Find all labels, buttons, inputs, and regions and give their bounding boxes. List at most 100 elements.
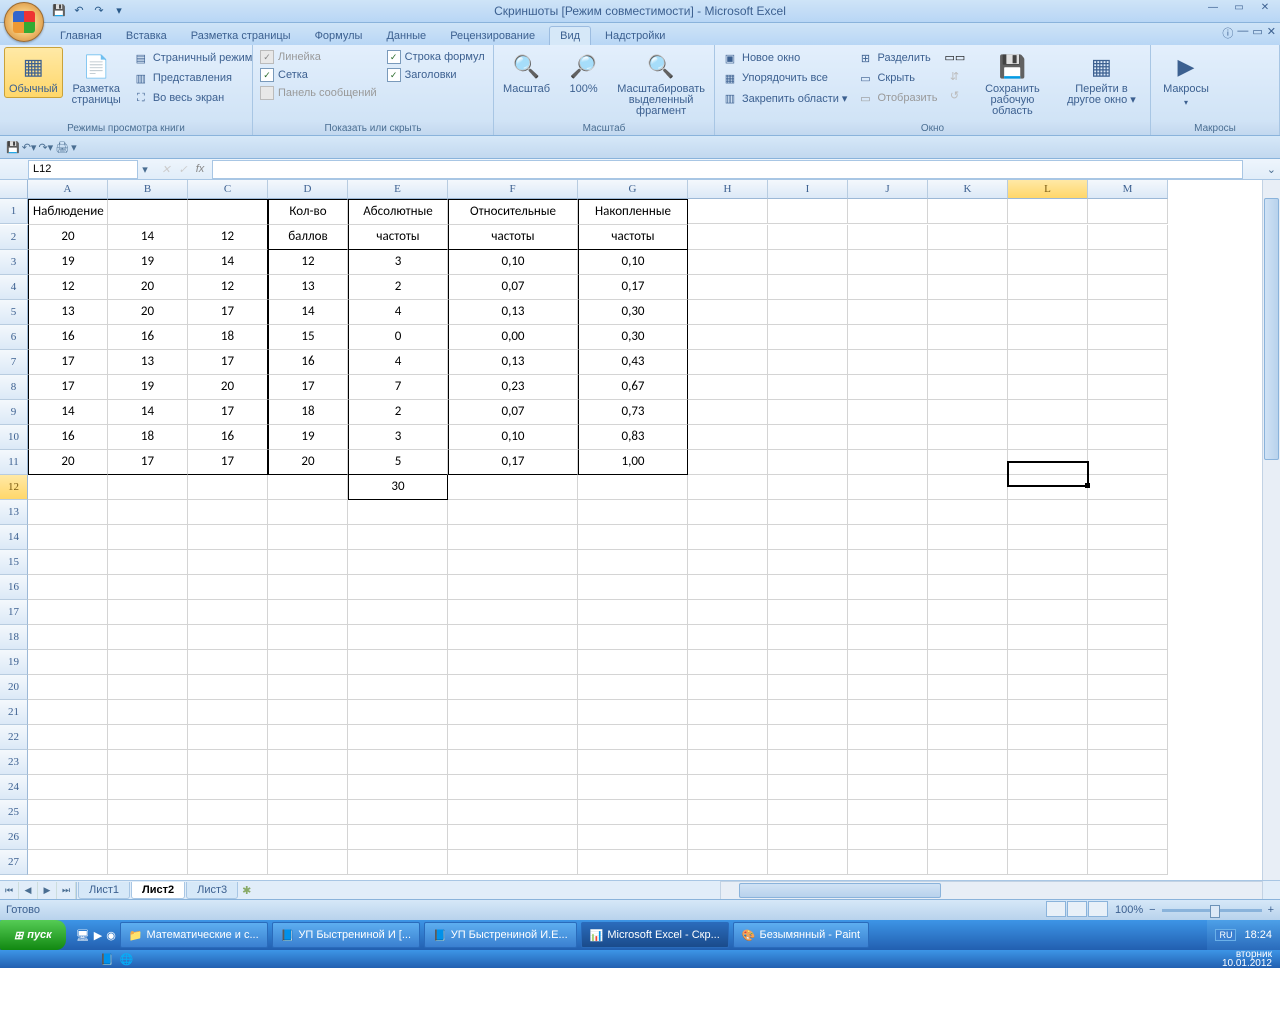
- cell[interactable]: [108, 825, 188, 850]
- arrange-all[interactable]: ▦Упорядочить все: [719, 69, 850, 87]
- cell[interactable]: [928, 625, 1008, 650]
- cell[interactable]: Абсолютные: [348, 199, 448, 225]
- cell[interactable]: [1008, 375, 1088, 400]
- cell[interactable]: [1008, 575, 1088, 600]
- tab-formulas[interactable]: Формулы: [305, 27, 373, 45]
- cell[interactable]: [348, 700, 448, 725]
- hide[interactable]: ▭Скрыть: [854, 69, 940, 87]
- cell[interactable]: [928, 775, 1008, 800]
- cell[interactable]: 0,07: [448, 275, 578, 300]
- cell[interactable]: [108, 500, 188, 525]
- cell[interactable]: [928, 650, 1008, 675]
- cell[interactable]: [578, 550, 688, 575]
- cell[interactable]: [928, 700, 1008, 725]
- sheet-tab-2[interactable]: Лист2: [131, 882, 185, 899]
- cell[interactable]: [848, 825, 928, 850]
- cell[interactable]: частоты: [448, 225, 578, 250]
- cell[interactable]: 0,10: [448, 250, 578, 275]
- cell[interactable]: 30: [348, 475, 448, 500]
- cell[interactable]: [848, 725, 928, 750]
- new-sheet-icon[interactable]: ✱: [242, 884, 251, 897]
- cell[interactable]: [688, 225, 768, 250]
- cell[interactable]: 17: [188, 450, 268, 475]
- cell[interactable]: [688, 825, 768, 850]
- row-header[interactable]: 16: [0, 575, 28, 600]
- cell[interactable]: [848, 575, 928, 600]
- sheet-tab-3[interactable]: Лист3: [186, 882, 238, 899]
- cell[interactable]: 4: [348, 350, 448, 375]
- cell[interactable]: [688, 750, 768, 775]
- cell[interactable]: 0,13: [448, 300, 578, 325]
- cell[interactable]: 0,17: [448, 450, 578, 475]
- row-header[interactable]: 6: [0, 325, 28, 350]
- cell[interactable]: баллов: [268, 225, 348, 250]
- cell[interactable]: [28, 825, 108, 850]
- cell[interactable]: Наблюдение: [28, 199, 108, 225]
- message-bar-checkbox[interactable]: Панель сообщений: [257, 85, 380, 101]
- cell[interactable]: [188, 725, 268, 750]
- cell[interactable]: 0,10: [578, 250, 688, 275]
- cell[interactable]: [768, 250, 848, 275]
- cell[interactable]: [108, 775, 188, 800]
- cell[interactable]: [268, 800, 348, 825]
- cell[interactable]: [448, 550, 578, 575]
- show-desktop-icon[interactable]: 🖥: [76, 929, 90, 942]
- cell[interactable]: [1088, 750, 1168, 775]
- cell[interactable]: [1008, 475, 1088, 500]
- cell[interactable]: [1008, 750, 1088, 775]
- zoom-100-button[interactable]: 🔎100%: [559, 47, 608, 98]
- cell[interactable]: [188, 825, 268, 850]
- scrollbar-thumb[interactable]: [1264, 198, 1279, 460]
- row-header[interactable]: 10: [0, 425, 28, 450]
- cell[interactable]: [28, 650, 108, 675]
- full-screen[interactable]: ⛶Во весь экран: [130, 89, 256, 107]
- cell[interactable]: [1088, 500, 1168, 525]
- cell[interactable]: [1088, 525, 1168, 550]
- cell[interactable]: [768, 600, 848, 625]
- tab-insert[interactable]: Вставка: [116, 27, 177, 45]
- cell[interactable]: 20: [28, 450, 108, 475]
- cell[interactable]: 2: [348, 275, 448, 300]
- cell[interactable]: [1088, 575, 1168, 600]
- column-header[interactable]: L: [1008, 180, 1088, 199]
- cell[interactable]: [1008, 625, 1088, 650]
- cell[interactable]: [1008, 775, 1088, 800]
- cell[interactable]: [688, 800, 768, 825]
- cell[interactable]: [28, 800, 108, 825]
- column-header[interactable]: H: [688, 180, 768, 199]
- expand-formula-bar-icon[interactable]: ⌄: [1267, 163, 1276, 176]
- cell[interactable]: [268, 525, 348, 550]
- cell[interactable]: [28, 525, 108, 550]
- cell[interactable]: [268, 675, 348, 700]
- cell[interactable]: [28, 750, 108, 775]
- cell[interactable]: [108, 625, 188, 650]
- cell[interactable]: [848, 325, 928, 350]
- print-preview-icon[interactable]: 🖨: [55, 141, 69, 154]
- cell[interactable]: [928, 450, 1008, 475]
- cell[interactable]: [768, 825, 848, 850]
- cell[interactable]: [1008, 350, 1088, 375]
- cell[interactable]: [688, 275, 768, 300]
- cell[interactable]: 17: [188, 350, 268, 375]
- cell[interactable]: [348, 550, 448, 575]
- cell[interactable]: 7: [348, 375, 448, 400]
- cell[interactable]: [1008, 275, 1088, 300]
- cell[interactable]: [688, 550, 768, 575]
- cell[interactable]: [1088, 725, 1168, 750]
- cell[interactable]: [188, 600, 268, 625]
- word-icon[interactable]: 📘: [100, 953, 114, 966]
- cell[interactable]: [108, 725, 188, 750]
- cell[interactable]: [1088, 625, 1168, 650]
- cell[interactable]: [1008, 225, 1088, 250]
- cell[interactable]: [848, 625, 928, 650]
- scrollbar-thumb[interactable]: [739, 883, 941, 898]
- gridlines-checkbox[interactable]: ✓Сетка: [257, 67, 380, 83]
- cell[interactable]: 1,00: [578, 450, 688, 475]
- cell[interactable]: [448, 625, 578, 650]
- cell[interactable]: [1088, 375, 1168, 400]
- cell[interactable]: [1008, 500, 1088, 525]
- cell[interactable]: [1088, 325, 1168, 350]
- taskbar-task-active[interactable]: 📊Microsoft Excel - Скр...: [581, 922, 729, 948]
- cell[interactable]: [348, 675, 448, 700]
- cell[interactable]: [348, 625, 448, 650]
